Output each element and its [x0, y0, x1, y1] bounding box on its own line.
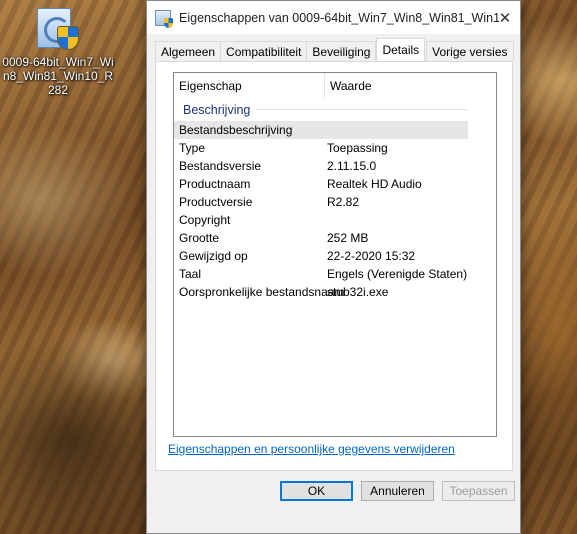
column-header-value[interactable]: Waarde: [325, 73, 496, 99]
property-name: Taal: [179, 267, 202, 281]
table-row[interactable]: Productversie R2.82: [174, 193, 496, 211]
close-icon[interactable]: ✕: [490, 1, 520, 34]
table-row[interactable]: Oorspronkelijke bestandsnaam stub32i.exe: [174, 283, 496, 301]
property-value: stub32i.exe: [327, 285, 389, 299]
table-row[interactable]: Type Toepassing: [174, 139, 496, 157]
property-name: Copyright: [179, 213, 231, 227]
desktop-icon-label: 0009-64bit_Win7_Win8_Win81_Win10_R282: [2, 55, 114, 97]
table-row[interactable]: Grootte 252 MB: [174, 229, 496, 247]
table-row[interactable]: Bestandsbeschrijving: [174, 121, 468, 139]
group-header: Beschrijving: [174, 100, 496, 119]
installer-shield-icon: [33, 6, 83, 52]
dialog-title: Eigenschappen van 0009-64bit_Win7_Win8_W…: [179, 10, 499, 25]
list-header: Eigenschap Waarde: [174, 73, 496, 99]
property-rows: Bestandsbeschrijving Type Toepassing Bes…: [174, 121, 496, 301]
details-panel: Eigenschap Waarde Beschrijving Bestandsb…: [155, 61, 513, 471]
property-value: Engels (Verenigde Staten): [327, 267, 468, 281]
tab-vorige-versies[interactable]: Vorige versies: [426, 41, 514, 61]
property-value: 22-2-2020 15:32: [327, 249, 416, 263]
apply-button[interactable]: Toepassen: [442, 481, 515, 501]
property-value: Toepassing: [327, 141, 388, 155]
title-bar[interactable]: Eigenschappen van 0009-64bit_Win7_Win8_W…: [147, 1, 520, 34]
table-row[interactable]: Bestandsversie 2.11.15.0: [174, 157, 496, 175]
table-row[interactable]: Gewijzigd op 22-2-2020 15:32: [174, 247, 496, 265]
remove-properties-link[interactable]: Eigenschappen en persoonlijke gegevens v…: [168, 442, 455, 456]
cancel-button[interactable]: Annuleren: [361, 481, 434, 501]
group-label: Beschrijving: [183, 102, 257, 117]
property-name: Productversie: [179, 195, 253, 209]
properties-dialog: Eigenschappen van 0009-64bit_Win7_Win8_W…: [146, 0, 521, 534]
property-name: Oorspronkelijke bestandsnaam: [179, 285, 345, 299]
tab-details[interactable]: Details: [376, 38, 426, 61]
property-value: Realtek HD Audio: [327, 177, 422, 191]
group-divider: [256, 109, 468, 110]
property-name: Productnaam: [179, 177, 251, 191]
desktop-file-icon[interactable]: 0009-64bit_Win7_Win8_Win81_Win10_R282: [0, 6, 116, 97]
table-row[interactable]: Copyright: [174, 211, 496, 229]
column-header-property[interactable]: Eigenschap: [174, 73, 325, 99]
dialog-buttons: OK Annuleren Toepassen: [147, 481, 520, 501]
tab-strip: Algemeen Compatibiliteit Beveiliging Det…: [155, 38, 514, 61]
tab-beveiliging[interactable]: Beveiliging: [306, 41, 377, 61]
property-value: R2.82: [327, 195, 360, 209]
property-name: Bestandsversie: [179, 159, 262, 173]
installer-shield-icon: [155, 9, 173, 28]
tab-algemeen[interactable]: Algemeen: [155, 41, 222, 61]
property-name: Bestandsbeschrijving: [179, 123, 293, 137]
properties-list[interactable]: Eigenschap Waarde Beschrijving Bestandsb…: [173, 72, 497, 437]
property-value: 252 MB: [327, 231, 369, 245]
table-row[interactable]: Taal Engels (Verenigde Staten): [174, 265, 496, 283]
ok-button[interactable]: OK: [280, 481, 353, 501]
property-name: Grootte: [179, 231, 220, 245]
property-name: Gewijzigd op: [179, 249, 248, 263]
tab-compatibiliteit[interactable]: Compatibiliteit: [220, 41, 308, 61]
property-value: 2.11.15.0: [327, 159, 377, 173]
property-name: Type: [179, 141, 206, 155]
table-row[interactable]: Productnaam Realtek HD Audio: [174, 175, 496, 193]
